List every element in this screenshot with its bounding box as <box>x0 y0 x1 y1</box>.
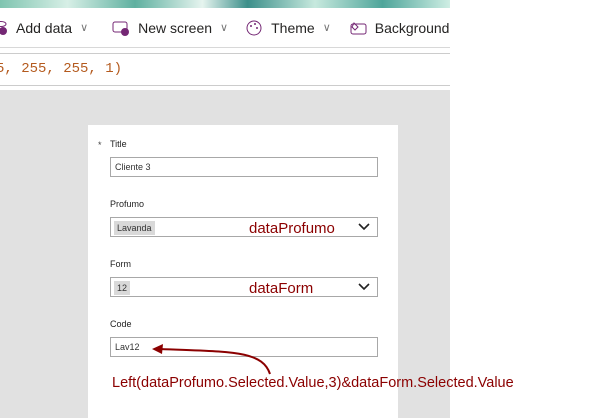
annotation-arrow <box>152 344 271 375</box>
formula-annotation: Left(dataProfumo.Selected.Value,3)&dataF… <box>112 375 514 391</box>
